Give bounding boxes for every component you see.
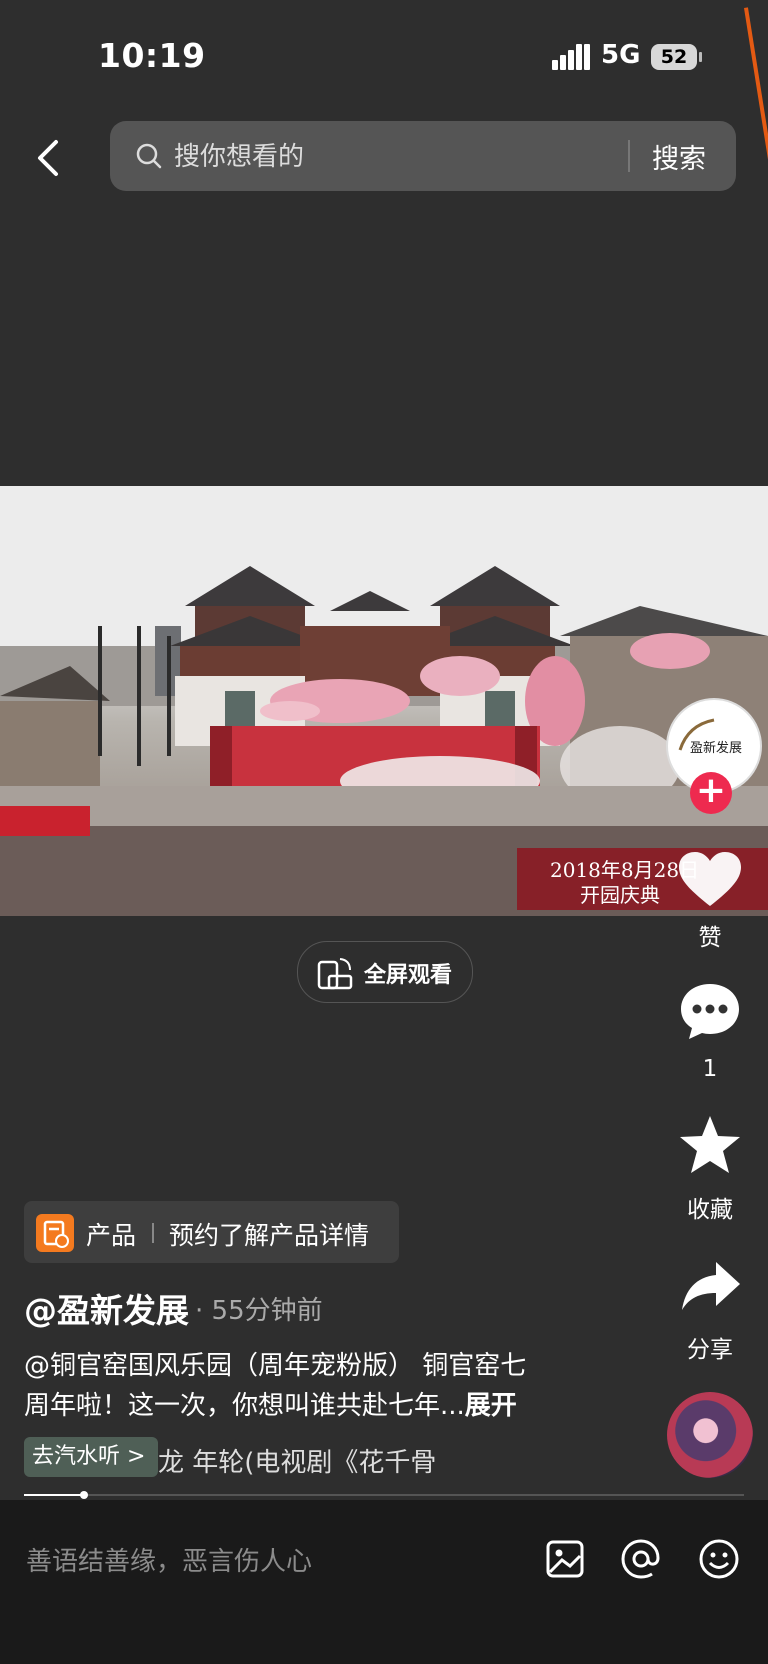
overlay-event-text: 开园庆典 — [580, 883, 660, 907]
music-title[interactable]: 龙 年轮(电视剧《花千骨 — [158, 1442, 498, 1479]
comment-count: 1 — [702, 1056, 718, 1082]
annotation-stroke — [744, 7, 768, 214]
product-tag: 产品 — [86, 1221, 137, 1250]
music-disc-icon[interactable] — [667, 1392, 753, 1478]
video-progress-bar[interactable] — [24, 1491, 744, 1499]
favorite-star-icon[interactable] — [678, 1114, 742, 1176]
like-label: 赞 — [698, 925, 722, 951]
search-icon — [136, 143, 162, 169]
progress-knob[interactable] — [80, 1491, 88, 1499]
share-icon[interactable] — [680, 1260, 742, 1312]
follow-button[interactable]: + — [690, 772, 732, 814]
author-name[interactable]: @盈新发展 — [24, 1284, 189, 1332]
battery-icon: 52 — [651, 44, 697, 70]
fullscreen-label: 全屏观看 — [364, 963, 453, 988]
emoji-icon[interactable] — [696, 1536, 742, 1582]
comment-input[interactable] — [24, 1538, 508, 1586]
rotate-screen-icon — [317, 958, 353, 990]
favorite-label: 收藏 — [687, 1197, 733, 1223]
image-picker-icon[interactable] — [542, 1536, 588, 1582]
like-icon[interactable] — [677, 850, 743, 910]
network-type: 5G — [601, 40, 641, 70]
product-detail-link[interactable]: 预约了解产品详情 — [169, 1216, 369, 1252]
search-button[interactable]: 搜索 — [652, 137, 706, 176]
battery-nub — [699, 52, 702, 62]
video-frame-image: 2018年8月28日 开园庆典 — [0, 486, 768, 916]
fullscreen-button[interactable]: 全屏观看 — [297, 941, 473, 1003]
product-divider — [152, 1223, 154, 1243]
search-bar[interactable]: 搜索 — [110, 121, 736, 191]
video-player[interactable]: 2018年8月28日 开园庆典 — [0, 486, 768, 916]
post-description: @铜官窑国风乐园（周年宠粉版） 铜官窑七 周年啦！这一次，你想叫谁共赴七年...… — [24, 1346, 584, 1426]
status-time: 10:19 — [98, 36, 206, 75]
progress-fill — [24, 1494, 84, 1496]
desc-line-1: @铜官窑国风乐园（周年宠粉版） 铜官窑七 — [24, 1351, 527, 1381]
expand-button[interactable]: 展开 — [465, 1391, 517, 1421]
search-divider — [628, 140, 630, 172]
listen-on-qishui-button[interactable]: 去汽水听 > — [24, 1437, 158, 1477]
product-chip[interactable]: 产品 预约了解产品详情 — [24, 1201, 399, 1263]
signal-icon — [552, 44, 590, 70]
back-arrow-icon[interactable] — [30, 138, 70, 178]
search-input[interactable] — [172, 133, 676, 181]
mention-at-icon[interactable] — [618, 1536, 664, 1582]
post-time: · 55分钟前 — [195, 1296, 323, 1326]
desc-line-2: 周年啦！这一次，你想叫谁共赴七年... — [24, 1391, 465, 1421]
comment-icon[interactable] — [677, 980, 743, 1042]
share-label: 分享 — [687, 1337, 733, 1363]
comment-bar — [0, 1500, 768, 1664]
product-calendar-icon — [36, 1214, 74, 1252]
brand-logo-text: 盈新发展 — [690, 740, 742, 756]
